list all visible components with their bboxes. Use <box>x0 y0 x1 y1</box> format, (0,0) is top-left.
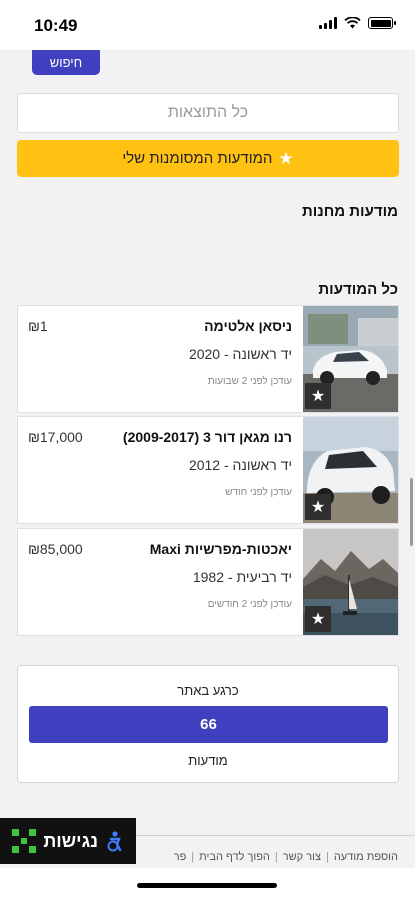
listing-price: ₪17,000 <box>28 429 83 445</box>
listing-subtitle: יד רביעית - 1982 <box>192 569 292 585</box>
store-ads-heading: מודעות מחנות <box>301 203 398 220</box>
listing-updated: עודכן לפני חודש <box>225 487 292 498</box>
listing-price: ₪85,000 <box>28 541 83 557</box>
stats-ads-label: מודעות <box>188 753 228 768</box>
stats-count-button[interactable]: 66 <box>29 706 388 743</box>
my-saved-ads-label: המודעות המסומנות שלי <box>122 150 273 167</box>
listing-card[interactable]: ★ יאכטות-מפרשיות Maxi יד רביעית - 1982 ע… <box>17 528 399 636</box>
stats-currently-label: כרגע באתר <box>177 683 239 698</box>
footer-link-make-homepage[interactable]: הפוך לדף הבית <box>199 851 270 863</box>
accessibility-button[interactable]: נגישות <box>0 818 136 864</box>
footer-links: הוספת מודעה | צור קשר | הפוך לדף הבית | … <box>174 851 398 863</box>
footer-separator: | <box>274 851 278 863</box>
listing-price: ₪1 <box>28 318 48 334</box>
footer-link-add-ad[interactable]: הוספת מודעה <box>334 851 398 863</box>
all-results-button[interactable]: כל התוצאות <box>17 93 399 133</box>
favorite-star-icon[interactable]: ★ <box>305 606 331 632</box>
cellular-signal-icon <box>319 17 337 29</box>
listing-updated: עודכן לפני 2 חודשים <box>207 599 292 610</box>
all-ads-heading: כל המודעות <box>318 281 398 298</box>
favorite-star-icon[interactable]: ★ <box>305 494 331 520</box>
home-indicator[interactable] <box>137 883 277 888</box>
listing-image-sailboat[interactable]: ★ <box>303 529 398 635</box>
listing-subtitle: יד ראשונה - 2012 <box>188 457 292 473</box>
battery-icon <box>368 17 396 29</box>
status-icons <box>319 17 396 29</box>
listing-card[interactable]: ★ רנו מגאן דור 3 (2009-2017) יד ראשונה -… <box>17 416 399 524</box>
footer-separator: | <box>191 851 195 863</box>
status-bar: 10:49 <box>0 0 415 50</box>
listing-image-car-white-sedan[interactable]: ★ <box>303 306 398 412</box>
listing-image-car-white-hatchback[interactable]: ★ <box>303 417 398 523</box>
wifi-icon <box>344 17 361 29</box>
listing-subtitle: יד ראשונה - 2020 <box>188 346 292 362</box>
footer-link-truncated[interactable]: פר <box>174 851 187 863</box>
listing-title: ניסאן אלטימה <box>204 318 292 334</box>
listing-card[interactable]: ★ ניסאן אלטימה יד ראשונה - 2020 עודכן לפ… <box>17 305 399 413</box>
listing-title: רנו מגאן דור 3 (2009-2017) <box>122 429 292 445</box>
listing-title: יאכטות-מפרשיות Maxi <box>149 541 292 557</box>
scrollbar[interactable] <box>410 478 413 546</box>
my-saved-ads-button[interactable]: ★ המודעות המסומנות שלי <box>17 140 399 177</box>
favorite-star-icon[interactable]: ★ <box>305 383 331 409</box>
listing-updated: עודכן לפני 2 שבועות <box>207 376 292 387</box>
site-stats-box: כרגע באתר 66 מודעות <box>17 665 399 783</box>
accessibility-person-icon <box>107 831 122 852</box>
footer-link-contact[interactable]: צור קשר <box>283 851 321 863</box>
footer-separator: | <box>325 851 329 863</box>
star-icon: ★ <box>278 148 294 168</box>
expand-arrows-icon <box>12 829 37 853</box>
accessibility-label: נגישות <box>43 830 98 851</box>
search-button[interactable]: חיפוש <box>32 50 100 75</box>
status-time: 10:49 <box>34 16 78 35</box>
